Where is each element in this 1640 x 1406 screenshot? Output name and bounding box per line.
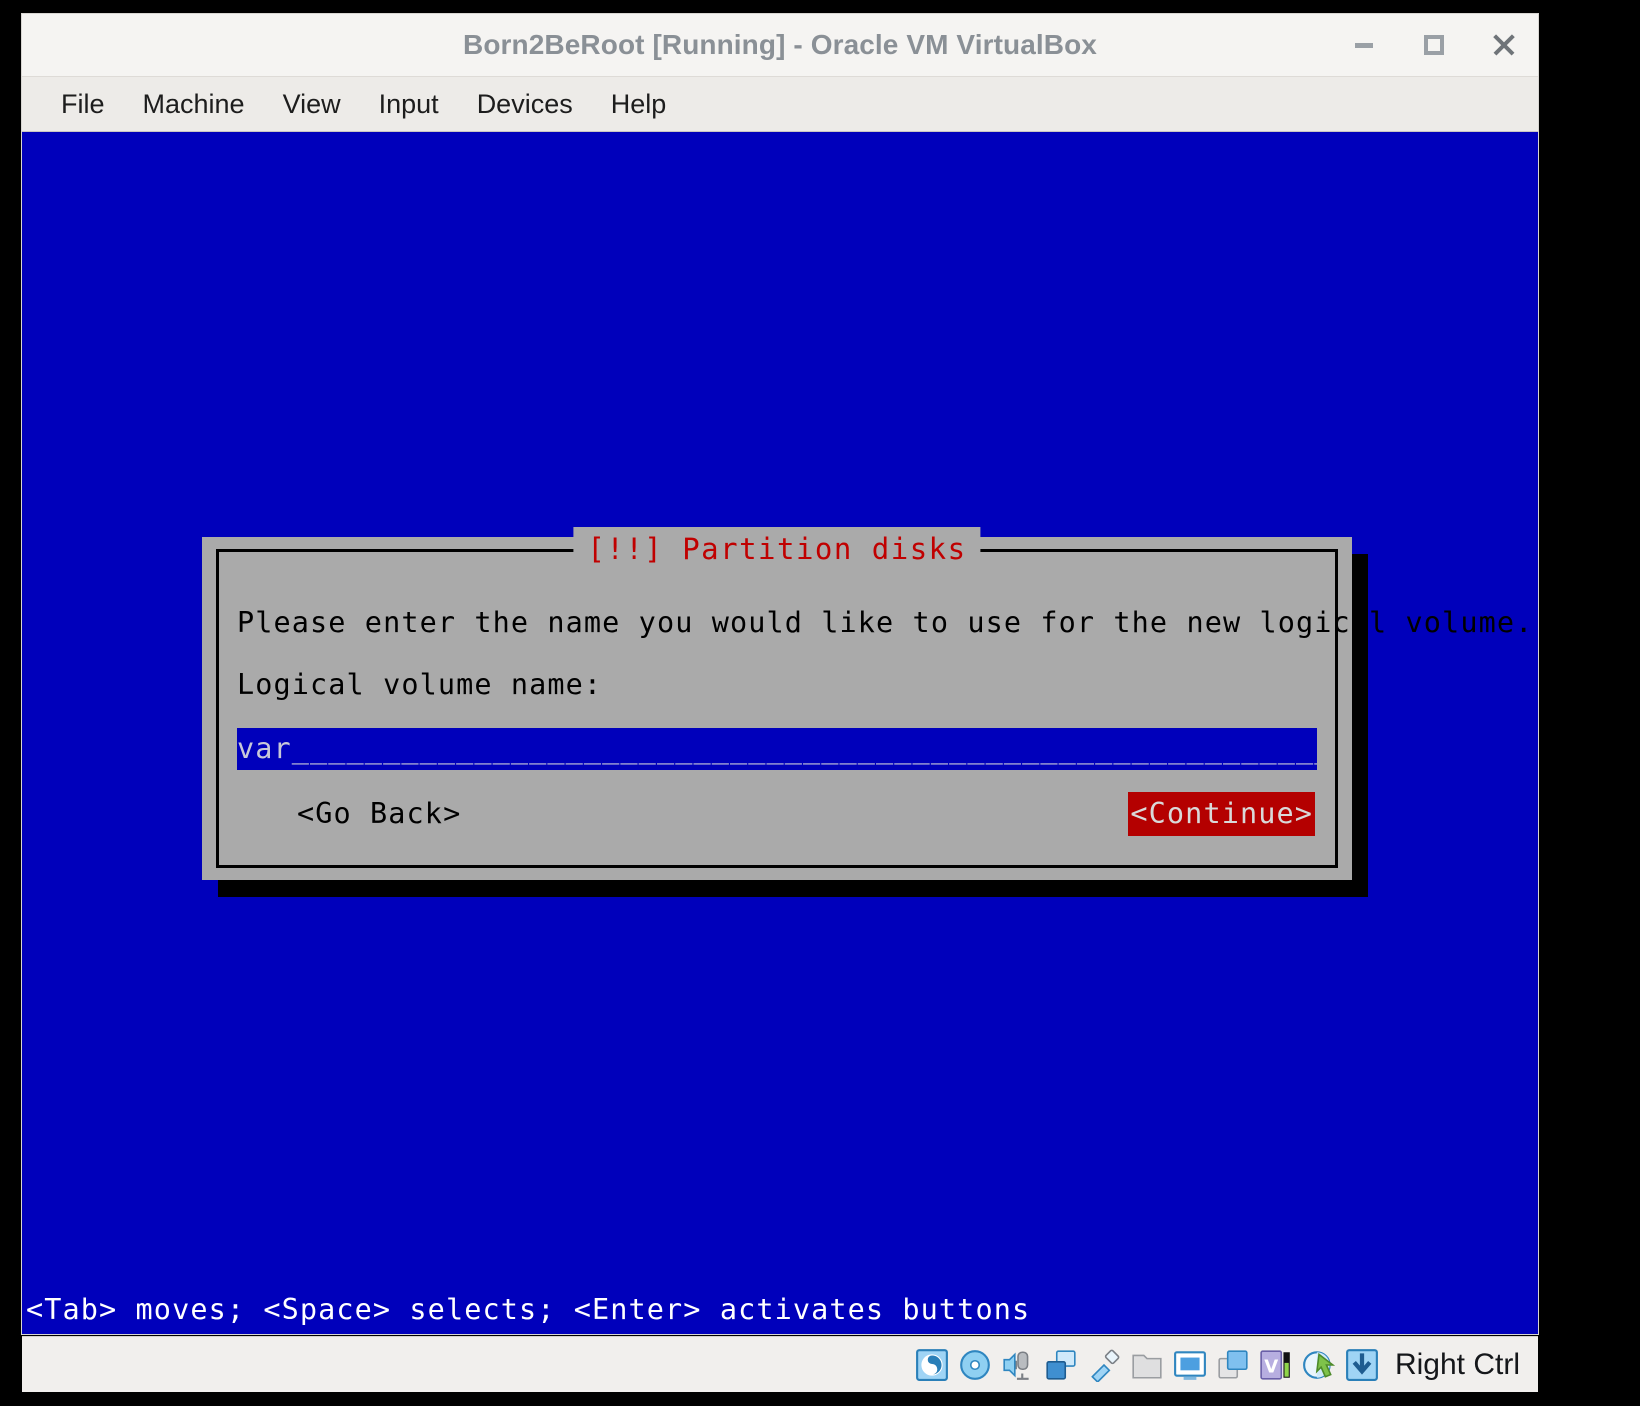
menu-item-devices[interactable]: Devices (458, 85, 592, 124)
go-back-button[interactable]: <Go Back> (297, 783, 461, 845)
partition-disks-dialog: [!!] Partition disks Please enter the na… (202, 527, 1534, 880)
maximize-icon (1424, 35, 1444, 55)
menu-item-machine[interactable]: Machine (124, 85, 264, 124)
close-button[interactable] (1484, 25, 1524, 65)
host-key-indicator-icon[interactable] (1345, 1348, 1379, 1382)
menu-item-help[interactable]: Help (592, 85, 686, 124)
optical-disk-icon[interactable] (958, 1348, 992, 1382)
window-titlebar: Born2BeRoot [Running] - Oracle VM Virtua… (22, 14, 1538, 76)
network-icon[interactable] (1044, 1348, 1078, 1382)
maximize-button[interactable] (1414, 25, 1454, 65)
status-icon-group: V (915, 1348, 1379, 1382)
hard-disk-icon[interactable] (915, 1348, 949, 1382)
logical-volume-name-value: var_____________________________________… (237, 732, 1317, 765)
continue-button[interactable]: <Continue> (1128, 792, 1315, 836)
virtualbox-window: Born2BeRoot [Running] - Oracle VM Virtua… (22, 14, 1538, 1334)
vm-features-icon[interactable]: V (1259, 1348, 1293, 1382)
minimize-button[interactable] (1344, 25, 1384, 65)
menu-bar: File Machine View Input Devices Help (22, 76, 1538, 132)
window-controls (1344, 14, 1524, 76)
close-icon (1491, 32, 1517, 58)
logical-volume-name-input[interactable]: var_____________________________________… (237, 728, 1317, 770)
dialog-title: [!!] Partition disks (573, 527, 981, 571)
virtualbox-status-bar: V Right Ctrl (22, 1336, 1538, 1392)
dialog-button-row: <Go Back> <Continue> (237, 792, 1317, 836)
display-icon[interactable] (1173, 1348, 1207, 1382)
video-capture-icon[interactable] (1216, 1348, 1250, 1382)
shared-folders-icon[interactable] (1130, 1348, 1164, 1382)
dialog-frame: [!!] Partition disks Please enter the na… (216, 527, 1534, 868)
vm-display[interactable]: [!!] Partition disks Please enter the na… (22, 132, 1538, 1334)
svg-text:V: V (1264, 1356, 1278, 1377)
screenshot-root: Born2BeRoot [Running] - Oracle VM Virtua… (0, 0, 1640, 1406)
menu-item-input[interactable]: Input (360, 85, 458, 124)
dialog-body: Please enter the name you would like to … (219, 552, 1534, 836)
host-key-label: Right Ctrl (1394, 1347, 1520, 1381)
dialog-prompt-text: Please enter the name you would like to … (237, 606, 1534, 639)
logical-volume-name-label: Logical volume name: (237, 668, 603, 701)
audio-icon[interactable] (1001, 1348, 1035, 1382)
keyboard-hint-text: <Tab> moves; <Space> selects; <Enter> ac… (26, 1293, 1031, 1326)
minimize-icon (1355, 42, 1373, 48)
window-title: Born2BeRoot [Running] - Oracle VM Virtua… (463, 29, 1097, 60)
usb-icon[interactable] (1087, 1348, 1121, 1382)
menu-item-view[interactable]: View (264, 85, 360, 124)
menu-item-file[interactable]: File (42, 85, 124, 124)
mouse-integration-icon[interactable] (1302, 1348, 1336, 1382)
